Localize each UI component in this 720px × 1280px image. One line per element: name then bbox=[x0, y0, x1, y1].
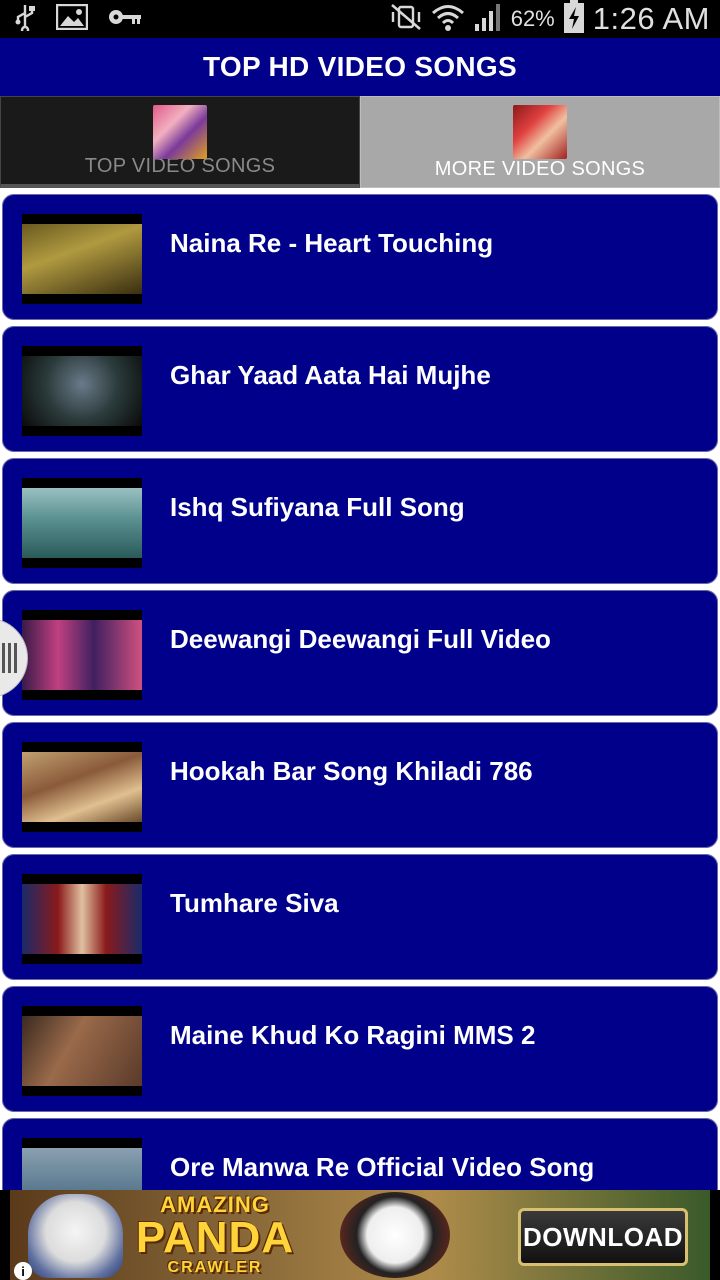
song-title: Hookah Bar Song Khiladi 786 bbox=[170, 756, 533, 786]
panda-character-image bbox=[28, 1194, 123, 1278]
panda-warrior-image bbox=[340, 1192, 450, 1278]
list-item[interactable]: Hookah Bar Song Khiladi 786 bbox=[0, 720, 720, 850]
ad-banner[interactable]: AMAZING PANDA CRAWLER DOWNLOAD bbox=[0, 1190, 720, 1280]
battery-percent: 62% bbox=[510, 6, 555, 31]
list-item[interactable]: Ghar Yaad Aata Hai Mujhe bbox=[0, 324, 720, 454]
handle-grip bbox=[8, 643, 11, 673]
tab-label: MORE VIDEO SONGS bbox=[434, 158, 646, 180]
status-bar: 62% 1:26 AM bbox=[0, 0, 720, 38]
video-thumbnail bbox=[22, 478, 142, 568]
list-item[interactable]: Ishq Sufiyana Full Song bbox=[0, 456, 720, 586]
wifi-icon bbox=[431, 2, 465, 37]
song-title: Maine Khud Ko Ragini MMS 2 bbox=[170, 1020, 536, 1050]
list-item[interactable]: Ore Manwa Re Official Video Song bbox=[0, 1116, 720, 1190]
song-title: Ore Manwa Re Official Video Song bbox=[170, 1152, 595, 1182]
song-title: Ghar Yaad Aata Hai Mujhe bbox=[170, 360, 491, 390]
video-thumbnail bbox=[22, 346, 142, 436]
list-item[interactable]: Maine Khud Ko Ragini MMS 2 bbox=[0, 984, 720, 1114]
tab-bar: TOP VIDEO SONGS MORE VIDEO SONGS bbox=[0, 96, 720, 190]
battery-charging-icon bbox=[563, 0, 585, 39]
tab-thumbnail bbox=[153, 105, 207, 159]
ad-title-line: CRAWLER bbox=[167, 1259, 263, 1276]
video-thumbnail bbox=[22, 1006, 142, 1096]
status-left-icons bbox=[14, 3, 142, 36]
mute-vibrate-icon bbox=[389, 2, 423, 37]
ad-title-line: PANDA bbox=[135, 1213, 295, 1262]
image-icon bbox=[55, 3, 89, 35]
tab-more-video-songs[interactable]: MORE VIDEO SONGS bbox=[360, 96, 720, 188]
list-item[interactable]: Tumhare Siva bbox=[0, 852, 720, 982]
ad-info-icon[interactable]: i bbox=[14, 1262, 32, 1280]
song-title: Naina Re - Heart Touching bbox=[170, 228, 494, 258]
song-title: Deewangi Deewangi Full Video bbox=[170, 624, 551, 654]
page-title: TOP HD VIDEO SONGS bbox=[203, 51, 517, 82]
usb-icon bbox=[14, 3, 36, 36]
ad-creative[interactable]: AMAZING PANDA CRAWLER DOWNLOAD bbox=[10, 1190, 710, 1280]
tab-top-video-songs[interactable]: TOP VIDEO SONGS bbox=[0, 96, 360, 188]
handle-grip bbox=[2, 643, 5, 673]
tab-thumbnail bbox=[513, 105, 567, 159]
song-list[interactable]: Naina Re - Heart Touching Ghar Yaad Aata… bbox=[0, 190, 720, 1190]
ad-title: AMAZING PANDA CRAWLER bbox=[135, 1194, 295, 1276]
song-title: Ishq Sufiyana Full Song bbox=[170, 492, 465, 522]
clock: 1:26 AM bbox=[592, 1, 710, 36]
video-thumbnail bbox=[22, 1138, 142, 1190]
handle-grip bbox=[14, 643, 17, 673]
signal-icon bbox=[473, 2, 503, 37]
list-item[interactable]: Naina Re - Heart Touching bbox=[0, 192, 720, 322]
key-icon bbox=[108, 7, 142, 32]
status-right-icons: 62% 1:26 AM bbox=[389, 0, 710, 38]
video-thumbnail bbox=[22, 214, 142, 304]
list-item[interactable]: Deewangi Deewangi Full Video bbox=[0, 588, 720, 718]
ad-download-button[interactable]: DOWNLOAD bbox=[518, 1208, 688, 1266]
video-thumbnail bbox=[22, 874, 142, 964]
video-thumbnail bbox=[22, 742, 142, 832]
app-title-bar: TOP HD VIDEO SONGS bbox=[0, 38, 720, 96]
video-thumbnail bbox=[22, 610, 142, 700]
song-title: Tumhare Siva bbox=[170, 888, 339, 918]
